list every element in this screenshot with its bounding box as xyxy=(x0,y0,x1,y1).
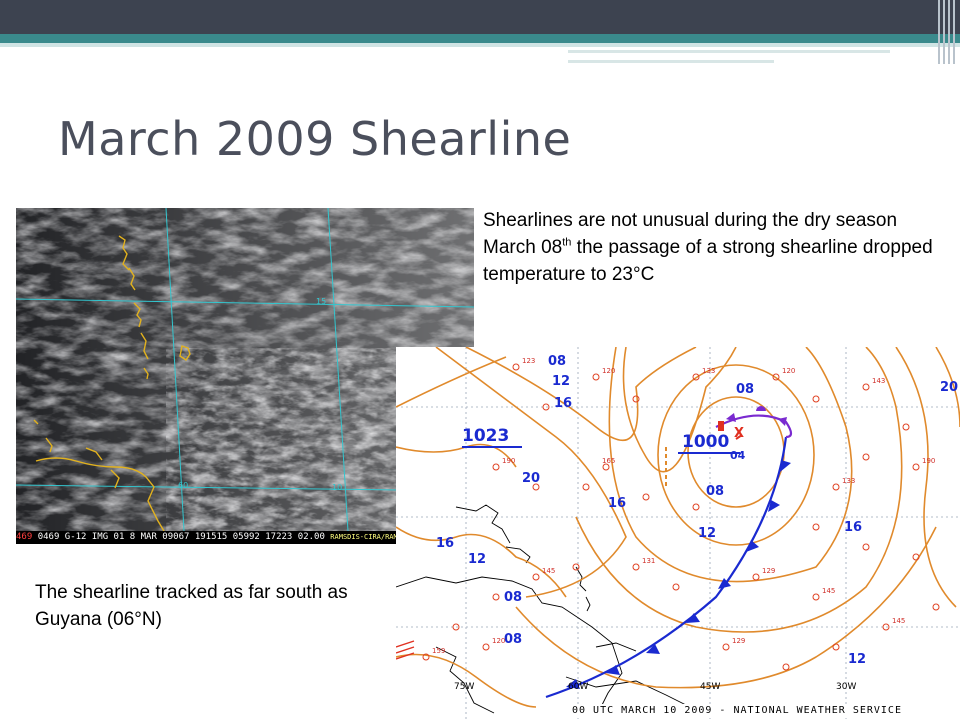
isobar-label: 08 xyxy=(736,382,754,397)
isobar-label: 12 xyxy=(468,552,486,567)
low-pressure-label: 1000 xyxy=(682,432,729,452)
svg-text:123: 123 xyxy=(522,357,535,365)
header-accent-light xyxy=(0,43,960,47)
isobar-label: 16 xyxy=(608,496,626,511)
map-footer: 00 UTC MARCH 10 2009 - NATIONAL WEATHER … xyxy=(572,704,960,718)
svg-text:165: 165 xyxy=(602,457,615,465)
svg-text:143: 143 xyxy=(872,377,885,385)
isobar-label: 08 xyxy=(706,484,724,499)
satellite-footer-text: 0469 G-12 IMG 01 8 MAR 09067 191515 0599… xyxy=(37,532,325,542)
decor-line xyxy=(568,60,774,63)
svg-text:190: 190 xyxy=(502,457,515,465)
svg-text:145: 145 xyxy=(542,567,555,575)
svg-text:133: 133 xyxy=(702,367,715,375)
slide-title: March 2009 Shearline xyxy=(58,112,572,166)
svg-text:159: 159 xyxy=(432,647,445,655)
svg-text:145: 145 xyxy=(892,617,905,625)
isobar-label: 12 xyxy=(698,526,716,541)
high-pressure-label: 1023 xyxy=(462,426,509,446)
sat-grid-label-60: 60 xyxy=(178,481,188,490)
isobar-label: 16 xyxy=(436,536,454,551)
isobar-label: 08 xyxy=(548,354,566,369)
svg-text:129: 129 xyxy=(732,637,745,645)
low-center-marker: X xyxy=(734,426,744,441)
surface-map-picture: 123120 133 120143190 133165190 145131129 … xyxy=(396,347,960,720)
body-line-2: March 08th the passage of a strong shear… xyxy=(483,234,943,288)
isobar-label: 20 xyxy=(940,380,958,395)
isobar-label: 16 xyxy=(554,396,572,411)
longitude-label: 75W xyxy=(454,682,474,692)
isobar-label: 08 xyxy=(504,590,522,605)
body-line-1: Shearlines are not unusual during the dr… xyxy=(483,210,898,231)
image-caption: The shearline tracked as far south as Gu… xyxy=(35,582,348,630)
longitude-label: 30W xyxy=(836,682,856,692)
sat-grid-label-15: 15 xyxy=(316,297,326,306)
isobar-label: 20 xyxy=(522,471,540,486)
longitude-label: 45W xyxy=(700,682,720,692)
header-accent-stripe xyxy=(0,34,960,43)
svg-text:129: 129 xyxy=(762,567,775,575)
isobar-label: 12 xyxy=(552,374,570,389)
svg-text:120: 120 xyxy=(602,367,615,375)
body-line-2-start: March 08 xyxy=(483,237,563,258)
svg-text:131: 131 xyxy=(642,557,655,565)
header-bar xyxy=(0,0,960,34)
sat-grid-label-10: 10 xyxy=(332,483,342,492)
svg-text:120: 120 xyxy=(782,367,795,375)
decor-line xyxy=(568,50,890,53)
isobar-label: 08 xyxy=(504,632,522,647)
satellite-footer-credit: RAMSDIS-CIRA/RAMM xyxy=(330,533,402,541)
body-text: Shearlines are not unusual during the dr… xyxy=(483,207,943,288)
low-pressure-sublabel: 04 xyxy=(730,449,746,462)
isobar-label: 16 xyxy=(844,520,862,535)
ordinal-suffix: th xyxy=(562,236,572,249)
corner-decoration xyxy=(934,0,960,64)
satellite-footer-id: 469 xyxy=(16,532,33,542)
svg-text:190: 190 xyxy=(922,457,935,465)
longitude-label: 60W xyxy=(568,682,588,692)
surface-analysis-map: 123 120 133 120 143 190 133 165 190 145 131 129 … xyxy=(396,347,960,720)
isobar-label: 12 xyxy=(848,652,866,667)
svg-text:133: 133 xyxy=(842,477,855,485)
svg-text:145: 145 xyxy=(822,587,835,595)
